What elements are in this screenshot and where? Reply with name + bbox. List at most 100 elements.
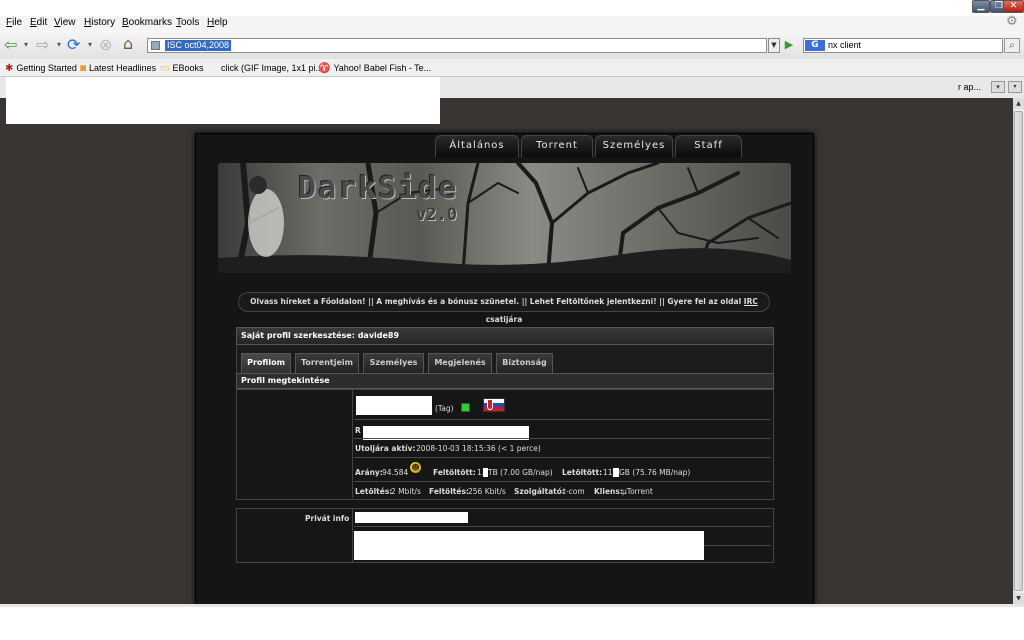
forward-history-dropdown-icon[interactable]: ▾	[57, 37, 61, 53]
url-bar[interactable]: ISC oct04,2008	[147, 38, 767, 53]
reload-icon[interactable]: ⟳	[67, 37, 80, 53]
bookmark-ebooks[interactable]: ▭ EBooks	[160, 63, 203, 74]
ratio-value: 94.584	[382, 468, 409, 477]
row-divider	[354, 481, 770, 482]
profile-edit-header: Saját profil szerkesztése: davide89	[236, 327, 774, 345]
tab-megjelenes[interactable]: Megjelenés	[428, 353, 492, 373]
menu-tools[interactable]: Tools	[176, 17, 199, 28]
site-nav: Általános Torrent Személyes Staff	[435, 135, 742, 157]
folder-icon: ▭	[160, 63, 170, 74]
upload-speed-label: Feltöltés:	[429, 487, 469, 496]
upload-speed-value: 256 Kbit/s	[468, 487, 506, 496]
tab-scroll-button[interactable]: ▾	[1008, 81, 1022, 93]
news-text: Olvass híreket a Főoldalon! || A meghívá…	[250, 297, 744, 306]
online-status-icon	[461, 403, 470, 412]
magnifier-icon[interactable]: ⌕	[1004, 38, 1020, 53]
status-bar	[0, 604, 1024, 640]
back-history-dropdown-icon[interactable]: ▾	[24, 37, 28, 53]
bookmark-getting-started[interactable]: ✱ Getting Started	[5, 63, 77, 74]
bookmark-click-gif[interactable]: click (GIF Image, 1x1 pi...	[221, 63, 323, 73]
back-arrow-icon[interactable]: ⇦	[4, 37, 17, 53]
menu-file[interactable]: File	[6, 17, 22, 28]
banner-version: v2.0	[416, 205, 457, 225]
tab-szemelyes[interactable]: Személyes	[363, 353, 424, 373]
bookmark-babel-fish[interactable]: ♈ Yahoo! Babel Fish - Te...	[318, 63, 431, 74]
babelfish-icon: ♈	[318, 63, 331, 74]
gear-icon[interactable]: ⚙	[1006, 14, 1018, 29]
menu-edit[interactable]: Edit	[30, 17, 47, 28]
smiley-icon: ☻	[410, 462, 421, 473]
downloaded-value-b: GB (75.76 MB/nap)	[619, 468, 691, 477]
url-text: ISC oct04,2008	[165, 40, 232, 51]
download-speed-label: Letöltés:	[355, 487, 393, 496]
row-divider	[704, 545, 770, 546]
downloaded-label: Letöltött:	[562, 468, 603, 477]
reload-dropdown-icon[interactable]: ▾	[88, 37, 92, 53]
menu-bookmarks[interactable]: Bookmarks	[122, 17, 172, 28]
bookmark-latest-headlines[interactable]: ◙ Latest Headlines	[80, 63, 156, 74]
bookmarks-toolbar: ✱ Getting Started ◙ Latest Headlines ▭ EBoo…	[0, 59, 1024, 77]
search-engine-icon[interactable]: G	[805, 40, 825, 51]
nav-torrent[interactable]: Torrent	[521, 135, 593, 157]
menu-history[interactable]: History	[84, 17, 115, 28]
url-dropdown-button[interactable]: ▼	[768, 38, 780, 53]
profile-tabs: Profilom Torrentjeim Személyes Megjelené…	[236, 345, 774, 373]
page-favicon-icon	[151, 41, 160, 50]
irc-link[interactable]: IRC	[744, 297, 758, 306]
tab-torrentjeim[interactable]: Torrentjeim	[295, 353, 359, 373]
rss-icon: ◙	[80, 63, 87, 74]
home-icon[interactable]: ⌂	[123, 36, 133, 52]
row-divider	[354, 457, 770, 458]
row-divider	[354, 419, 770, 420]
uploaded-label: Feltöltött:	[433, 468, 476, 477]
news-bar: Olvass híreket a Főoldalon! || A meghívá…	[238, 292, 770, 324]
user-class: (Tag)	[435, 404, 454, 413]
profile-overview-header: Profil megtekintése	[236, 373, 774, 389]
search-bar[interactable]: G nx client	[803, 38, 1003, 53]
minimize-button[interactable]: ▁	[972, 0, 990, 13]
horizontal-scroll-track	[0, 604, 1024, 607]
window-titlebar	[0, 0, 1024, 16]
row-divider	[354, 438, 770, 439]
spider-icon: ✱	[5, 63, 14, 74]
private-info-label: Privát info	[305, 514, 350, 523]
last-active-value: 2008-10-03 18:15:36 (< 1 perce)	[416, 444, 541, 453]
redaction-block	[355, 512, 468, 523]
last-active-label: Utoljára aktív:	[355, 444, 416, 453]
redaction-block	[356, 396, 432, 415]
nav-altalanos[interactable]: Általános	[435, 135, 519, 157]
uploaded-value-b: TB (7.00 GB/nap)	[488, 468, 553, 477]
search-input[interactable]: nx client	[828, 40, 861, 51]
client-label: Kliens:	[594, 487, 623, 496]
scroll-down-icon[interactable]: ▼	[1013, 593, 1024, 604]
scroll-thumb[interactable]	[1014, 111, 1023, 591]
site-banner: DarkSide v2.0	[218, 163, 791, 273]
scroll-up-icon[interactable]: ▲	[1013, 98, 1024, 109]
isp-label: Szolgáltató:	[514, 487, 565, 496]
redaction-block	[6, 77, 440, 124]
news-suffix: csatijára	[485, 315, 523, 324]
navigation-toolbar: ⇦ ▾ ⇨ ▾ ⟳ ▾ ⊗ ⌂ ISC oct04,2008 ▼ ▶ G nx …	[0, 31, 1024, 59]
go-arrow-icon[interactable]: ▶	[782, 38, 796, 53]
ratio-label: Arány:	[355, 468, 383, 477]
flag-shield-icon	[487, 399, 493, 410]
row-divider	[354, 526, 770, 527]
close-button[interactable]: ✕	[1003, 0, 1024, 13]
tab-partial-title[interactable]: r ap...	[958, 82, 981, 92]
nav-szemelyes[interactable]: Személyes	[595, 135, 673, 157]
tab-profilom[interactable]: Profilom	[241, 353, 291, 373]
tab-biztonsag[interactable]: Biztonság	[496, 353, 553, 373]
menu-view[interactable]: View	[54, 17, 76, 28]
stop-icon[interactable]: ⊗	[99, 37, 112, 53]
menu-help[interactable]: Help	[207, 17, 228, 28]
column-divider	[352, 390, 353, 498]
list-all-tabs-button[interactable]: ▾	[991, 81, 1005, 93]
row2-prefix: R	[355, 426, 361, 435]
client-value: µTorrent	[622, 487, 653, 496]
redaction-block	[354, 531, 704, 560]
forward-arrow-icon[interactable]: ⇨	[36, 37, 49, 53]
menu-bar: File Edit View History Bookmarks Tools H…	[0, 16, 1024, 31]
isp-value: t-com	[563, 487, 585, 496]
nav-staff[interactable]: Staff	[675, 135, 742, 157]
banner-title: DarkSide	[298, 171, 459, 206]
